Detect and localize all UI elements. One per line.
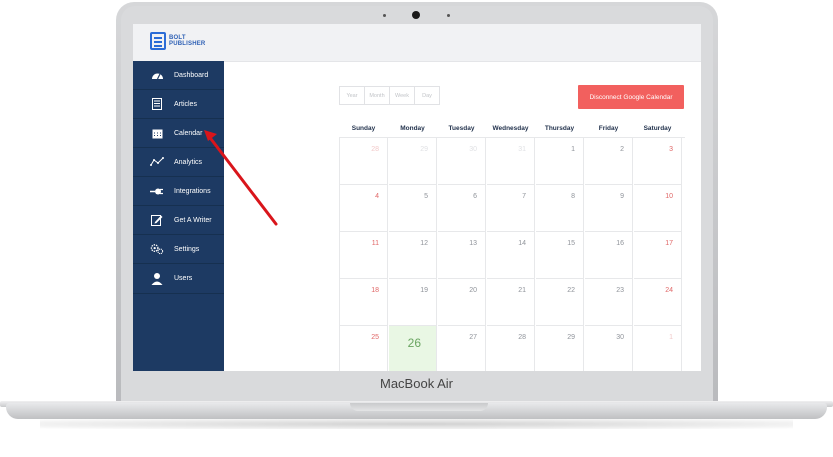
annotation-arrow-icon [204,130,278,226]
